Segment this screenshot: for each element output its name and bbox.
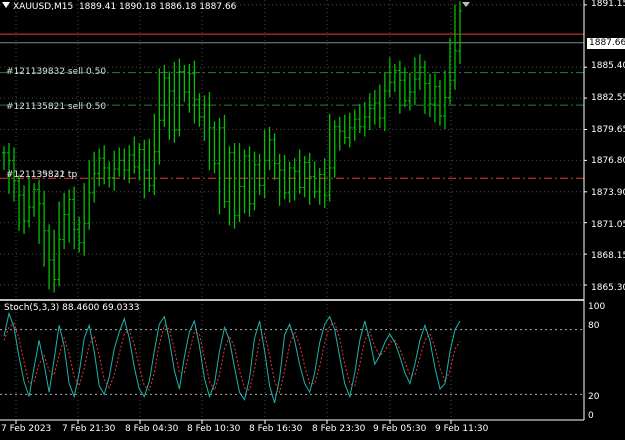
chart-background bbox=[0, 0, 625, 436]
time-label-7: 9 Feb 05:30 bbox=[373, 424, 427, 434]
price-label-1865-30: 1865.30 bbox=[591, 283, 625, 293]
stoch-level-0: 0 bbox=[588, 411, 594, 421]
price-label-1868-15: 1868.15 bbox=[591, 251, 625, 261]
order-label-sell-2[interactable]: #121135821 sell 0.50 bbox=[6, 103, 106, 112]
stoch-level-80: 80 bbox=[588, 321, 600, 331]
symbol-label: XAUUSD,M15 bbox=[13, 2, 74, 12]
order-label-tp-overlay[interactable]: #121139832 tp bbox=[6, 171, 77, 180]
price-label-1876-80: 1876.80 bbox=[591, 156, 625, 166]
time-label-2: 7 Feb 21:30 bbox=[62, 424, 116, 434]
price-label-1891-15: 1891.15 bbox=[591, 0, 625, 9]
time-label-8: 9 Feb 11:30 bbox=[435, 424, 489, 434]
chart-header: XAUUSD,M15 1889.41 1890.18 1886.18 1887.… bbox=[2, 2, 236, 12]
price-label-1882-55: 1882.55 bbox=[591, 93, 625, 103]
stoch-level-20: 20 bbox=[588, 392, 600, 402]
time-label-1: 7 Feb 2023 bbox=[1, 424, 52, 434]
price-label-1871-05: 1871.05 bbox=[591, 220, 625, 230]
stoch-level-100: 100 bbox=[588, 302, 606, 312]
time-label-5: 8 Feb 16:30 bbox=[249, 424, 303, 434]
stoch-label: Stoch(5,3,3) 88.4600 69.0333 bbox=[4, 303, 140, 313]
time-label-4: 8 Feb 10:30 bbox=[187, 424, 241, 434]
time-label-3: 8 Feb 04:30 bbox=[125, 424, 179, 434]
price-label-1873-90: 1873.90 bbox=[591, 188, 625, 198]
current-price-marker: 1887.66 bbox=[587, 38, 625, 49]
chart-window[interactable]: XAUUSD,M15 1889.41 1890.18 1886.18 1887.… bbox=[0, 0, 625, 436]
order-label-sell-1[interactable]: #121139832 sell 0.50 bbox=[6, 68, 106, 77]
ohlc-values: 1889.41 1890.18 1886.18 1887.66 bbox=[78, 2, 237, 12]
chart-canvas[interactable] bbox=[0, 0, 625, 436]
price-label-1879-65: 1879.65 bbox=[591, 125, 625, 135]
dropdown-triangle-icon[interactable] bbox=[2, 2, 10, 8]
time-label-6: 8 Feb 23:30 bbox=[312, 424, 366, 434]
price-label-1885-40: 1885.40 bbox=[591, 61, 625, 71]
